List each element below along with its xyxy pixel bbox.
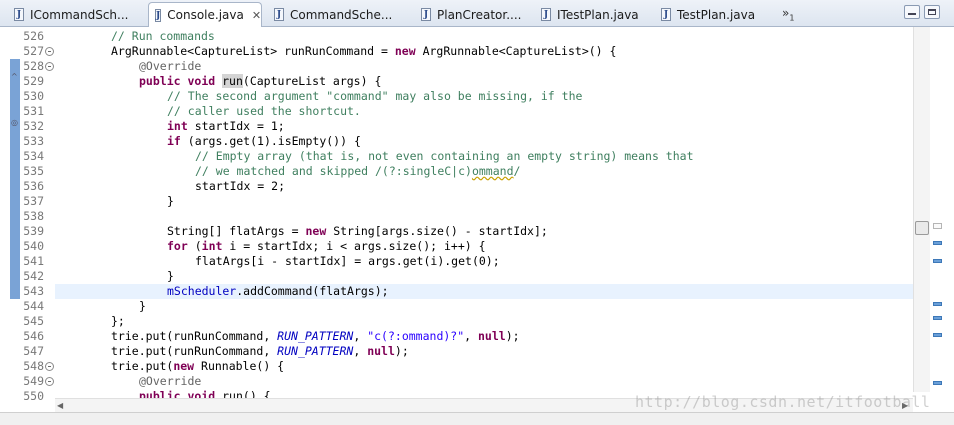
- minimize-button[interactable]: [904, 5, 920, 19]
- tab-console-java[interactable]: J Console.java ✕: [148, 2, 262, 27]
- java-file-icon: J: [155, 8, 162, 22]
- line-number: 532: [23, 119, 44, 133]
- line-number: 550: [23, 389, 44, 403]
- overview-ruler-mark[interactable]: [933, 316, 942, 320]
- line-number: 528: [23, 59, 44, 73]
- scroll-left-icon[interactable]: ◀: [57, 401, 63, 410]
- line-number: 529: [23, 74, 44, 88]
- line-number: 547: [23, 344, 44, 358]
- code-line-530: // The second argument "command" may als…: [167, 89, 583, 103]
- tab-label: ICommandSch...: [30, 7, 129, 22]
- overview-ruler-mark[interactable]: [933, 381, 942, 385]
- java-file-icon: J: [661, 8, 671, 21]
- code-line-543: mScheduler.addCommand(flatArgs);: [167, 284, 389, 298]
- code-line-537: }: [167, 194, 174, 208]
- vertical-scrollbar[interactable]: [913, 27, 930, 392]
- code-line-534: // Empty array (that is, not even contai…: [195, 149, 694, 163]
- line-number: 549: [23, 374, 44, 388]
- tab-label: ITestPlan.java: [557, 7, 639, 22]
- line-number: 548: [23, 359, 44, 373]
- overview-ruler-mark[interactable]: [933, 259, 942, 263]
- code-line-545: };: [111, 314, 125, 328]
- java-file-icon: J: [14, 8, 24, 21]
- close-icon[interactable]: ✕: [252, 9, 261, 22]
- code-line-539: String[] flatArgs = new String[args.size…: [167, 224, 548, 238]
- java-file-icon: J: [421, 8, 431, 21]
- code-line-536: startIdx = 2;: [195, 179, 286, 193]
- tab-label: PlanCreator....: [437, 7, 522, 22]
- overview-ruler-mark[interactable]: [933, 241, 942, 245]
- line-number: 543: [23, 284, 44, 298]
- code-editor[interactable]: ^ ◎ 526 527 528 529 530 531 532 533 534 …: [0, 27, 954, 412]
- overview-ruler-mark[interactable]: [933, 333, 942, 337]
- line-number: 530: [23, 89, 44, 103]
- line-number: 542: [23, 269, 44, 283]
- code-line-535: // we matched and skipped /(?:singleC|c)…: [195, 164, 521, 178]
- code-line-528: @Override: [139, 59, 202, 73]
- line-number: 540: [23, 239, 44, 253]
- maximize-button[interactable]: [924, 5, 940, 19]
- line-number: 538: [23, 209, 44, 223]
- code-line-531: // caller used the shortcut.: [167, 104, 361, 118]
- line-number: 526: [23, 29, 44, 43]
- code-line-533: if (args.get(1).isEmpty()) {: [167, 134, 361, 148]
- code-line-526: // Run commands: [111, 29, 215, 43]
- code-line-544: }: [139, 299, 146, 313]
- code-line-541: flatArgs[i - startIdx] = args.get(i).get…: [195, 254, 500, 268]
- tab-label: TestPlan.java: [677, 7, 756, 22]
- tab-icommandscheduler[interactable]: J ICommandSch...: [8, 3, 128, 26]
- tab-testplan-java[interactable]: J TestPlan.java: [655, 3, 755, 26]
- line-number: 545: [23, 314, 44, 328]
- line-number: 534: [23, 149, 44, 163]
- line-number: 535: [23, 164, 44, 178]
- java-file-icon: J: [541, 8, 551, 21]
- tab-label: Console.java: [167, 8, 244, 22]
- overview-ruler-mark[interactable]: [933, 302, 942, 306]
- code-line-540: for (int i = startIdx; i < args.size(); …: [167, 239, 486, 253]
- tab-label: CommandSche...: [290, 7, 393, 22]
- fold-collapse-icon[interactable]: [45, 362, 54, 371]
- line-number: 544: [23, 299, 44, 313]
- code-line-532: int startIdx = 1;: [167, 119, 285, 133]
- line-number: 546: [23, 329, 44, 343]
- code-line-549: @Override: [139, 374, 202, 388]
- line-number: 539: [23, 224, 44, 238]
- code-line-547: trie.put(runRunCommand, RUN_PATTERN, nul…: [111, 344, 409, 358]
- line-number: 541: [23, 254, 44, 268]
- vertical-scrollbar-thumb[interactable]: [915, 221, 929, 235]
- line-number: 531: [23, 104, 44, 118]
- code-line-542: }: [167, 269, 174, 283]
- tab-commandscheduler[interactable]: J CommandSche...: [268, 3, 392, 26]
- code-line-546: trie.put(runRunCommand, RUN_PATTERN, "c(…: [111, 329, 520, 343]
- code-line-548: trie.put(new Runnable() {: [111, 359, 285, 373]
- editor-tab-bar: J ICommandSch... J Console.java ✕ J Comm…: [0, 0, 954, 27]
- line-number: 533: [23, 134, 44, 148]
- line-number: 537: [23, 194, 44, 208]
- code-line-527: ArgRunnable<CaptureList> runRunCommand =…: [111, 44, 617, 58]
- overview-ruler-indicator[interactable]: [933, 223, 942, 229]
- fold-collapse-icon[interactable]: [45, 377, 54, 386]
- fold-collapse-icon[interactable]: [45, 62, 54, 71]
- code-line-529: public void run(CaptureList args) {: [139, 74, 382, 88]
- tab-overflow-button[interactable]: »1: [782, 6, 794, 22]
- watermark-text: http://blog.csdn.net/itfootball: [635, 393, 931, 411]
- editor-bottom-border: [0, 412, 954, 425]
- fold-collapse-icon[interactable]: [45, 47, 54, 56]
- tab-itestplan-java[interactable]: J ITestPlan.java: [535, 3, 639, 26]
- line-number: 536: [23, 179, 44, 193]
- overflow-count: 1: [789, 13, 795, 23]
- line-number: 527: [23, 44, 44, 58]
- java-file-icon: J: [274, 8, 284, 21]
- tab-plancreator[interactable]: J PlanCreator....: [415, 3, 521, 26]
